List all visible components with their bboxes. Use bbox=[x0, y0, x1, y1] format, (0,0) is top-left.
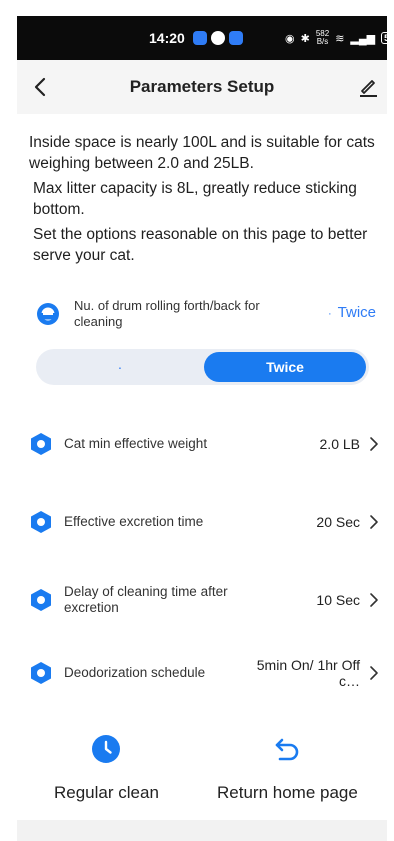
signal-icon: ▂▄▆ bbox=[350, 32, 376, 45]
intro-text: Inside space is nearly 100L and is suita… bbox=[29, 132, 381, 270]
value-separator: · bbox=[327, 308, 332, 320]
system-indicators: ◉ ✱ 582 B/s ≋ ▂▄▆ 57 bbox=[285, 30, 394, 46]
clock-icon bbox=[92, 735, 121, 763]
network-speed: 582 B/s bbox=[315, 29, 330, 46]
segment-option-once[interactable]: · bbox=[36, 349, 204, 385]
chat-icon bbox=[211, 31, 225, 45]
chevron-right-icon bbox=[370, 593, 378, 607]
chevron-right-icon bbox=[370, 515, 378, 529]
param-row-excretion-time[interactable]: Effective excretion time 20 Sec bbox=[29, 502, 382, 542]
edit-button[interactable] bbox=[353, 73, 383, 101]
param-row-cleaning-delay[interactable]: Delay of cleaning time after excretion 1… bbox=[29, 580, 382, 620]
drum-icon bbox=[37, 303, 59, 325]
drum-rolling-label: Nu. of drum rolling forth/back for clean… bbox=[74, 298, 260, 329]
vpn-shield-icon bbox=[193, 31, 207, 45]
param-value: 5min On/ 1hr Off c… bbox=[256, 657, 360, 689]
page-title: Parameters Setup bbox=[129, 77, 275, 96]
wifi-icon: ≋ bbox=[335, 32, 345, 45]
segment-option-twice[interactable]: Twice bbox=[204, 352, 366, 382]
hexagon-settings-icon bbox=[31, 511, 51, 533]
drum-rolling-value: · Twice bbox=[327, 304, 376, 321]
chevron-right-icon bbox=[370, 666, 378, 680]
param-row-min-weight[interactable]: Cat min effective weight 2.0 LB bbox=[29, 424, 382, 464]
message-icon bbox=[229, 31, 243, 45]
app-header: Parameters Setup bbox=[17, 60, 387, 114]
eye-icon: ◉ bbox=[285, 32, 295, 45]
param-row-deodorization[interactable]: Deodorization schedule 5min On/ 1hr Off … bbox=[29, 653, 382, 693]
intro-litter-text: Max litter capacity is 8L, greatly reduc… bbox=[33, 180, 357, 218]
bluetooth-icon: ✱ bbox=[300, 32, 310, 45]
battery-indicator: 57 bbox=[381, 32, 394, 44]
bottom-action-bar: Regular clean Return home page bbox=[17, 720, 387, 820]
status-time: 14:20 bbox=[149, 30, 185, 46]
hexagon-settings-icon bbox=[31, 433, 51, 455]
param-value: 2.0 LB bbox=[319, 436, 360, 452]
param-value: 20 Sec bbox=[316, 514, 360, 530]
notification-icons bbox=[193, 31, 243, 45]
intro-capacity-text: Inside space is nearly 100L and is suita… bbox=[29, 134, 375, 172]
pencil-icon bbox=[360, 80, 377, 97]
param-label: Cat min effective weight bbox=[64, 436, 208, 451]
return-home-button[interactable]: Return home page bbox=[217, 734, 358, 803]
drum-rolling-segmented-control: · Twice bbox=[36, 349, 369, 385]
hexagon-settings-icon bbox=[31, 589, 51, 611]
param-value: 10 Sec bbox=[316, 592, 360, 608]
param-label: Effective excretion time bbox=[64, 514, 204, 529]
regular-clean-button[interactable]: Regular clean bbox=[54, 734, 159, 803]
regular-clean-label: Regular clean bbox=[54, 783, 159, 802]
return-arrow-icon bbox=[276, 738, 299, 761]
bottom-strip bbox=[17, 820, 387, 841]
intro-options-text: Set the options reasonable on this page … bbox=[33, 226, 368, 264]
chevron-right-icon bbox=[370, 437, 378, 451]
return-home-label: Return home page bbox=[217, 783, 358, 802]
param-label: Delay of cleaning time after excretion bbox=[64, 584, 228, 615]
hexagon-settings-icon bbox=[31, 662, 51, 684]
param-label: Deodorization schedule bbox=[64, 665, 206, 680]
status-bar: 14:20 ◉ ✱ 582 B/s ≋ ▂▄▆ 57 bbox=[17, 16, 394, 60]
drum-rolling-setting[interactable]: Nu. of drum rolling forth/back for clean… bbox=[36, 296, 376, 334]
